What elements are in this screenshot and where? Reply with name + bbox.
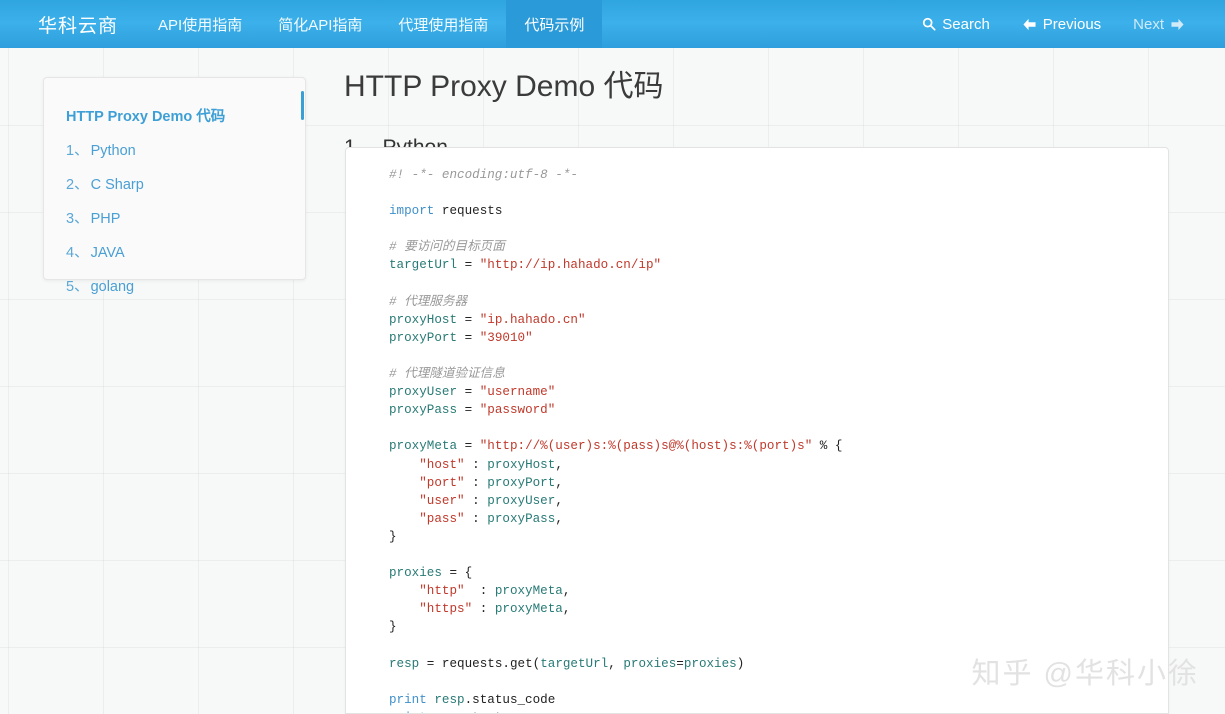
- search-button[interactable]: Search: [906, 0, 1006, 48]
- sidebar-item-number: 2、: [66, 176, 89, 193]
- sidebar-item-number: 3、: [66, 210, 89, 227]
- search-label: Search: [942, 15, 990, 33]
- code-block-python[interactable]: #! -*- encoding:utf-8 -*- import request…: [346, 148, 1168, 713]
- sidebar-title: HTTP Proxy Demo 代码: [66, 109, 226, 125]
- next-button[interactable]: Next: [1117, 0, 1201, 48]
- top-navbar: 华科云商 API使用指南 简化API指南 代理使用指南 代码示例 Search …: [0, 0, 1225, 48]
- nav-item-api-guide[interactable]: API使用指南: [140, 0, 260, 48]
- sidebar-item-label: JAVA: [90, 244, 125, 261]
- search-icon: [922, 17, 936, 31]
- brand-logo[interactable]: 华科云商: [30, 0, 140, 48]
- sidebar-item-number: 4、: [66, 244, 89, 261]
- sidebar-item-label: golang: [90, 278, 135, 295]
- sidebar-toc-card: HTTP Proxy Demo 代码 1、 Python 2、 C Sharp …: [43, 77, 306, 295]
- sidebar-item-label: PHP: [90, 210, 121, 227]
- sidebar-item-python[interactable]: 1、 Python: [44, 132, 305, 166]
- sidebar-item-label: C Sharp: [90, 176, 144, 193]
- sidebar-scrollbar[interactable]: [301, 91, 304, 120]
- nav-item-code-examples[interactable]: 代码示例: [506, 0, 603, 48]
- arrow-right-icon: [1170, 18, 1185, 31]
- page-title: HTTP Proxy Demo 代码: [344, 70, 664, 103]
- next-label: Next: [1133, 15, 1164, 33]
- sidebar-item-label: Python: [90, 142, 136, 159]
- navbar-left-group: 华科云商 API使用指南 简化API指南 代理使用指南 代码示例: [0, 0, 603, 48]
- nav-item-simple-api-guide[interactable]: 简化API指南: [260, 0, 380, 48]
- watermark: 知乎 @华科小徐: [971, 658, 1199, 690]
- sidebar-item-php[interactable]: 3、 PHP: [44, 200, 305, 234]
- navbar-right-group: Search Previous Next: [906, 0, 1225, 48]
- nav-item-proxy-guide[interactable]: 代理使用指南: [380, 0, 506, 48]
- sidebar-item-number: 5、: [66, 278, 89, 295]
- code-block-card: #! -*- encoding:utf-8 -*- import request…: [345, 147, 1169, 714]
- sidebar-item-java[interactable]: 4、 JAVA: [44, 234, 305, 268]
- main-content: HTTP Proxy Demo 代码 1、 Python: [344, 48, 1174, 161]
- sidebar-item-number: 1、: [66, 142, 89, 159]
- sidebar-item-golang[interactable]: 5、 golang: [44, 268, 305, 302]
- previous-button[interactable]: Previous: [1006, 0, 1117, 48]
- sidebar-item-csharp[interactable]: 2、 C Sharp: [44, 166, 305, 200]
- previous-label: Previous: [1042, 15, 1102, 33]
- arrow-left-icon: [1022, 18, 1037, 31]
